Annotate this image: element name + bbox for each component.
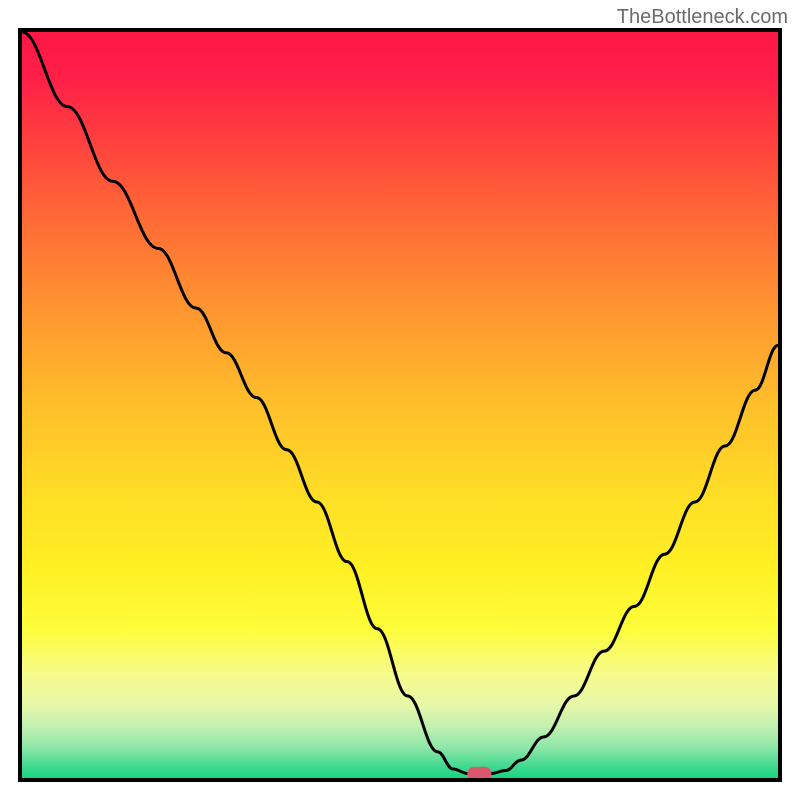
watermark-text: TheBottleneck.com [617,6,788,29]
chart-container: TheBottleneck.com [0,0,800,800]
bottleneck-chart [0,0,800,800]
chart-background [22,32,778,778]
